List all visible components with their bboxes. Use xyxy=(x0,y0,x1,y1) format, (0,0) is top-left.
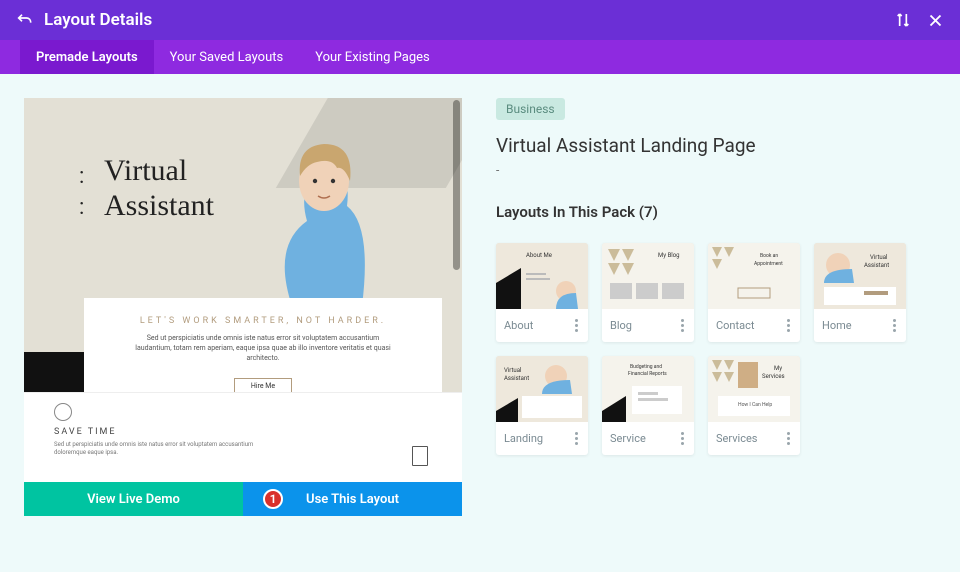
preview-bottom: SAVE TIME Sed ut perspiciatis unde omnis… xyxy=(24,392,462,482)
layout-title: Virtual Assistant Landing Page xyxy=(496,134,936,157)
pack-card-label: Blog xyxy=(610,319,632,332)
view-live-demo-button[interactable]: View Live Demo xyxy=(24,482,243,516)
pack-card-services[interactable]: MyServicesHow I Can Help Services xyxy=(708,356,800,455)
pack-thumb: Book an Appointment xyxy=(708,243,800,309)
pack-heading: Layouts In This Pack (7) xyxy=(496,203,936,221)
pack-card-label: Landing xyxy=(504,432,543,445)
preview-lorem: Sed ut perspiciatis unde omnis iste natu… xyxy=(128,334,398,363)
sort-icon[interactable] xyxy=(892,9,914,31)
more-icon[interactable] xyxy=(573,317,580,334)
pack-card-label: About xyxy=(504,319,533,332)
more-icon[interactable] xyxy=(891,317,898,334)
more-icon[interactable] xyxy=(573,430,580,447)
pack-card-label: Services xyxy=(716,432,757,445)
pack-thumb: VirtualAssistant xyxy=(814,243,906,309)
pack-card-label: Service xyxy=(610,432,646,445)
more-icon[interactable] xyxy=(679,430,686,447)
decor-dots: :: xyxy=(79,162,86,224)
pack-card-blog[interactable]: My Blog Blog xyxy=(602,243,694,342)
pack-card-about[interactable]: About Me About xyxy=(496,243,588,342)
svg-text:My Blog: My Blog xyxy=(658,252,680,259)
svg-text:Services: Services xyxy=(762,373,785,380)
tab-saved-layouts[interactable]: Your Saved Layouts xyxy=(154,40,300,74)
svg-text:Budgeting and: Budgeting and xyxy=(630,364,662,370)
layout-subtitle: - xyxy=(496,163,936,177)
tab-premade-layouts[interactable]: Premade Layouts xyxy=(20,40,154,74)
svg-text:Assistant: Assistant xyxy=(864,262,889,269)
person-illustration xyxy=(262,126,382,306)
preview-heading: VirtualAssistant xyxy=(104,154,214,223)
svg-text:Appointment: Appointment xyxy=(754,261,783,267)
pack-card-service[interactable]: Budgeting andFinancial Reports Service xyxy=(602,356,694,455)
pack-card-landing[interactable]: VirtualAssistant Landing xyxy=(496,356,588,455)
pack-card-label: Home xyxy=(822,319,852,332)
svg-text:Book an: Book an xyxy=(760,253,778,259)
pack-thumb: MyServices How I Can Help xyxy=(708,356,800,422)
tablist: Premade Layouts Your Saved Layouts Your … xyxy=(0,40,960,74)
pack-card-contact[interactable]: Book an Appointment Contact xyxy=(708,243,800,342)
close-icon[interactable] xyxy=(924,9,946,31)
svg-text:Assistant: Assistant xyxy=(504,375,529,382)
save-time-title: SAVE TIME xyxy=(54,427,432,437)
svg-text:My: My xyxy=(774,365,782,372)
pack-grid: About Me About My Blog Blog Book an Appoi… xyxy=(496,243,936,455)
doc-icon xyxy=(412,446,428,466)
back-icon[interactable] xyxy=(14,10,34,30)
svg-text:Financial Reports: Financial Reports xyxy=(628,371,667,377)
modal-header: Layout Details xyxy=(0,0,960,40)
modal-title: Layout Details xyxy=(44,10,882,30)
svg-text:How I Can Help: How I Can Help xyxy=(738,402,772,408)
tab-existing-pages[interactable]: Your Existing Pages xyxy=(299,40,446,74)
preview-tagline: LET'S WORK SMARTER, NOT HARDER. xyxy=(102,316,424,326)
category-chip[interactable]: Business xyxy=(496,98,565,120)
more-icon[interactable] xyxy=(785,317,792,334)
pack-card-label: Contact xyxy=(716,319,754,332)
save-time-body: Sed ut perspiciatis unde omnis iste natu… xyxy=(54,441,254,458)
step-badge: 1 xyxy=(263,489,283,509)
pack-thumb: Budgeting andFinancial Reports xyxy=(602,356,694,422)
more-icon[interactable] xyxy=(679,317,686,334)
svg-text:About Me: About Me xyxy=(526,252,552,259)
pack-thumb: About Me xyxy=(496,243,588,309)
layout-preview: :: VirtualAssistant LET'S WORK SMARTER, … xyxy=(24,98,462,482)
use-this-layout-button[interactable]: 1 Use This Layout xyxy=(243,482,462,516)
preview-actions: View Live Demo 1 Use This Layout xyxy=(24,482,462,516)
pack-card-home[interactable]: VirtualAssistant Home xyxy=(814,243,906,342)
pack-thumb: VirtualAssistant xyxy=(496,356,588,422)
clock-icon xyxy=(54,403,72,421)
pack-thumb: My Blog xyxy=(602,243,694,309)
more-icon[interactable] xyxy=(785,430,792,447)
svg-text:Virtual: Virtual xyxy=(504,367,521,374)
svg-text:Virtual: Virtual xyxy=(870,254,887,261)
